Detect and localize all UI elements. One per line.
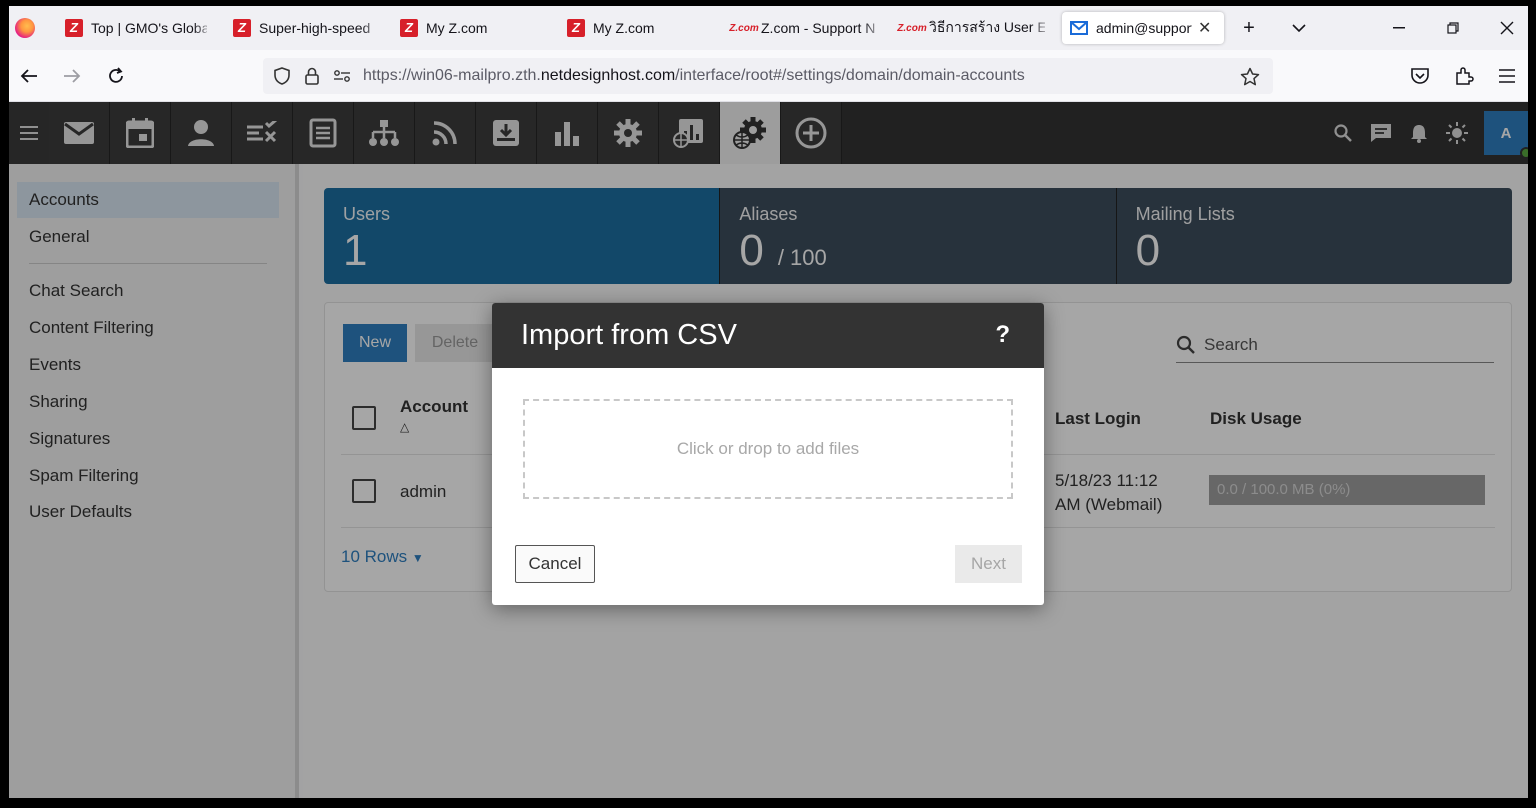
next-button[interactable]: Next <box>955 545 1022 583</box>
tab-list-chevron-icon[interactable] <box>1285 14 1313 42</box>
tab-title: admin@support <box>1096 20 1192 36</box>
reload-icon[interactable] <box>102 62 130 90</box>
tab-title: My Z.com <box>593 20 655 36</box>
tab-gmo-global[interactable]: Z Top | GMO's Global <box>57 12 215 44</box>
back-arrow-icon[interactable] <box>15 62 43 90</box>
tab-thai-howto[interactable]: Z.com วิธีการสร้าง User En <box>895 12 1053 44</box>
url-bar[interactable]: https://win06-mailpro.zth.netdesignhost.… <box>263 58 1273 94</box>
z-logo-icon: Z <box>233 19 251 37</box>
file-dropzone[interactable]: Click or drop to add files <box>523 399 1013 499</box>
minimize-icon[interactable] <box>1376 10 1422 46</box>
tab-my-zcom-2[interactable]: Z My Z.com <box>559 12 717 44</box>
window-close-icon[interactable] <box>1484 10 1528 46</box>
tab-admin-support[interactable]: admin@support ✕ <box>1062 12 1224 44</box>
zcom-text-icon: Z.com <box>897 22 927 34</box>
dialog-title: Import from CSV <box>521 319 737 351</box>
navigation-bar: https://win06-mailpro.zth.netdesignhost.… <box>9 50 1528 102</box>
permissions-icon[interactable] <box>327 61 357 91</box>
url-text[interactable]: https://win06-mailpro.zth.netdesignhost.… <box>363 67 1025 85</box>
zcom-text-icon: Z.com <box>729 22 759 34</box>
tab-zcom-support[interactable]: Z.com Z.com - Support N <box>727 12 885 44</box>
menu-hamburger-icon[interactable] <box>1493 62 1521 90</box>
dialog-header: Import from CSV ? <box>492 303 1044 368</box>
help-icon[interactable]: ? <box>995 321 1010 349</box>
tab-strip: Z Top | GMO's Global Z Super-high-speed … <box>9 6 1528 50</box>
pocket-icon[interactable] <box>1406 62 1434 90</box>
cancel-button[interactable]: Cancel <box>515 545 595 583</box>
restore-icon[interactable] <box>1430 10 1476 46</box>
shield-icon[interactable] <box>267 61 297 91</box>
forward-arrow-icon[interactable] <box>58 62 86 90</box>
bookmark-star-icon[interactable] <box>1235 62 1265 92</box>
firefox-icon[interactable] <box>15 18 35 38</box>
z-logo-icon: Z <box>400 19 418 37</box>
extensions-icon[interactable] <box>1450 62 1478 90</box>
z-logo-icon: Z <box>567 19 585 37</box>
lock-icon[interactable] <box>297 61 327 91</box>
tab-super-high-speed[interactable]: Z Super-high-speed <box>225 12 383 44</box>
mail-icon <box>1070 19 1088 37</box>
tab-title: Top | GMO's Global <box>91 20 207 36</box>
close-tab-icon[interactable]: ✕ <box>1198 18 1211 38</box>
tab-title: My Z.com <box>426 20 488 36</box>
tab-title: Z.com - Support N <box>761 20 876 36</box>
z-logo-icon: Z <box>65 19 83 37</box>
browser-window: Z Top | GMO's Global Z Super-high-speed … <box>9 6 1528 798</box>
new-tab-icon[interactable]: + <box>1235 14 1263 42</box>
import-csv-dialog: Import from CSV ? Click or drop to add f… <box>492 303 1044 605</box>
tab-my-zcom-1[interactable]: Z My Z.com <box>392 12 550 44</box>
tab-title: วิธีการสร้าง User En <box>929 19 1045 35</box>
tab-title: Super-high-speed <box>259 20 371 36</box>
